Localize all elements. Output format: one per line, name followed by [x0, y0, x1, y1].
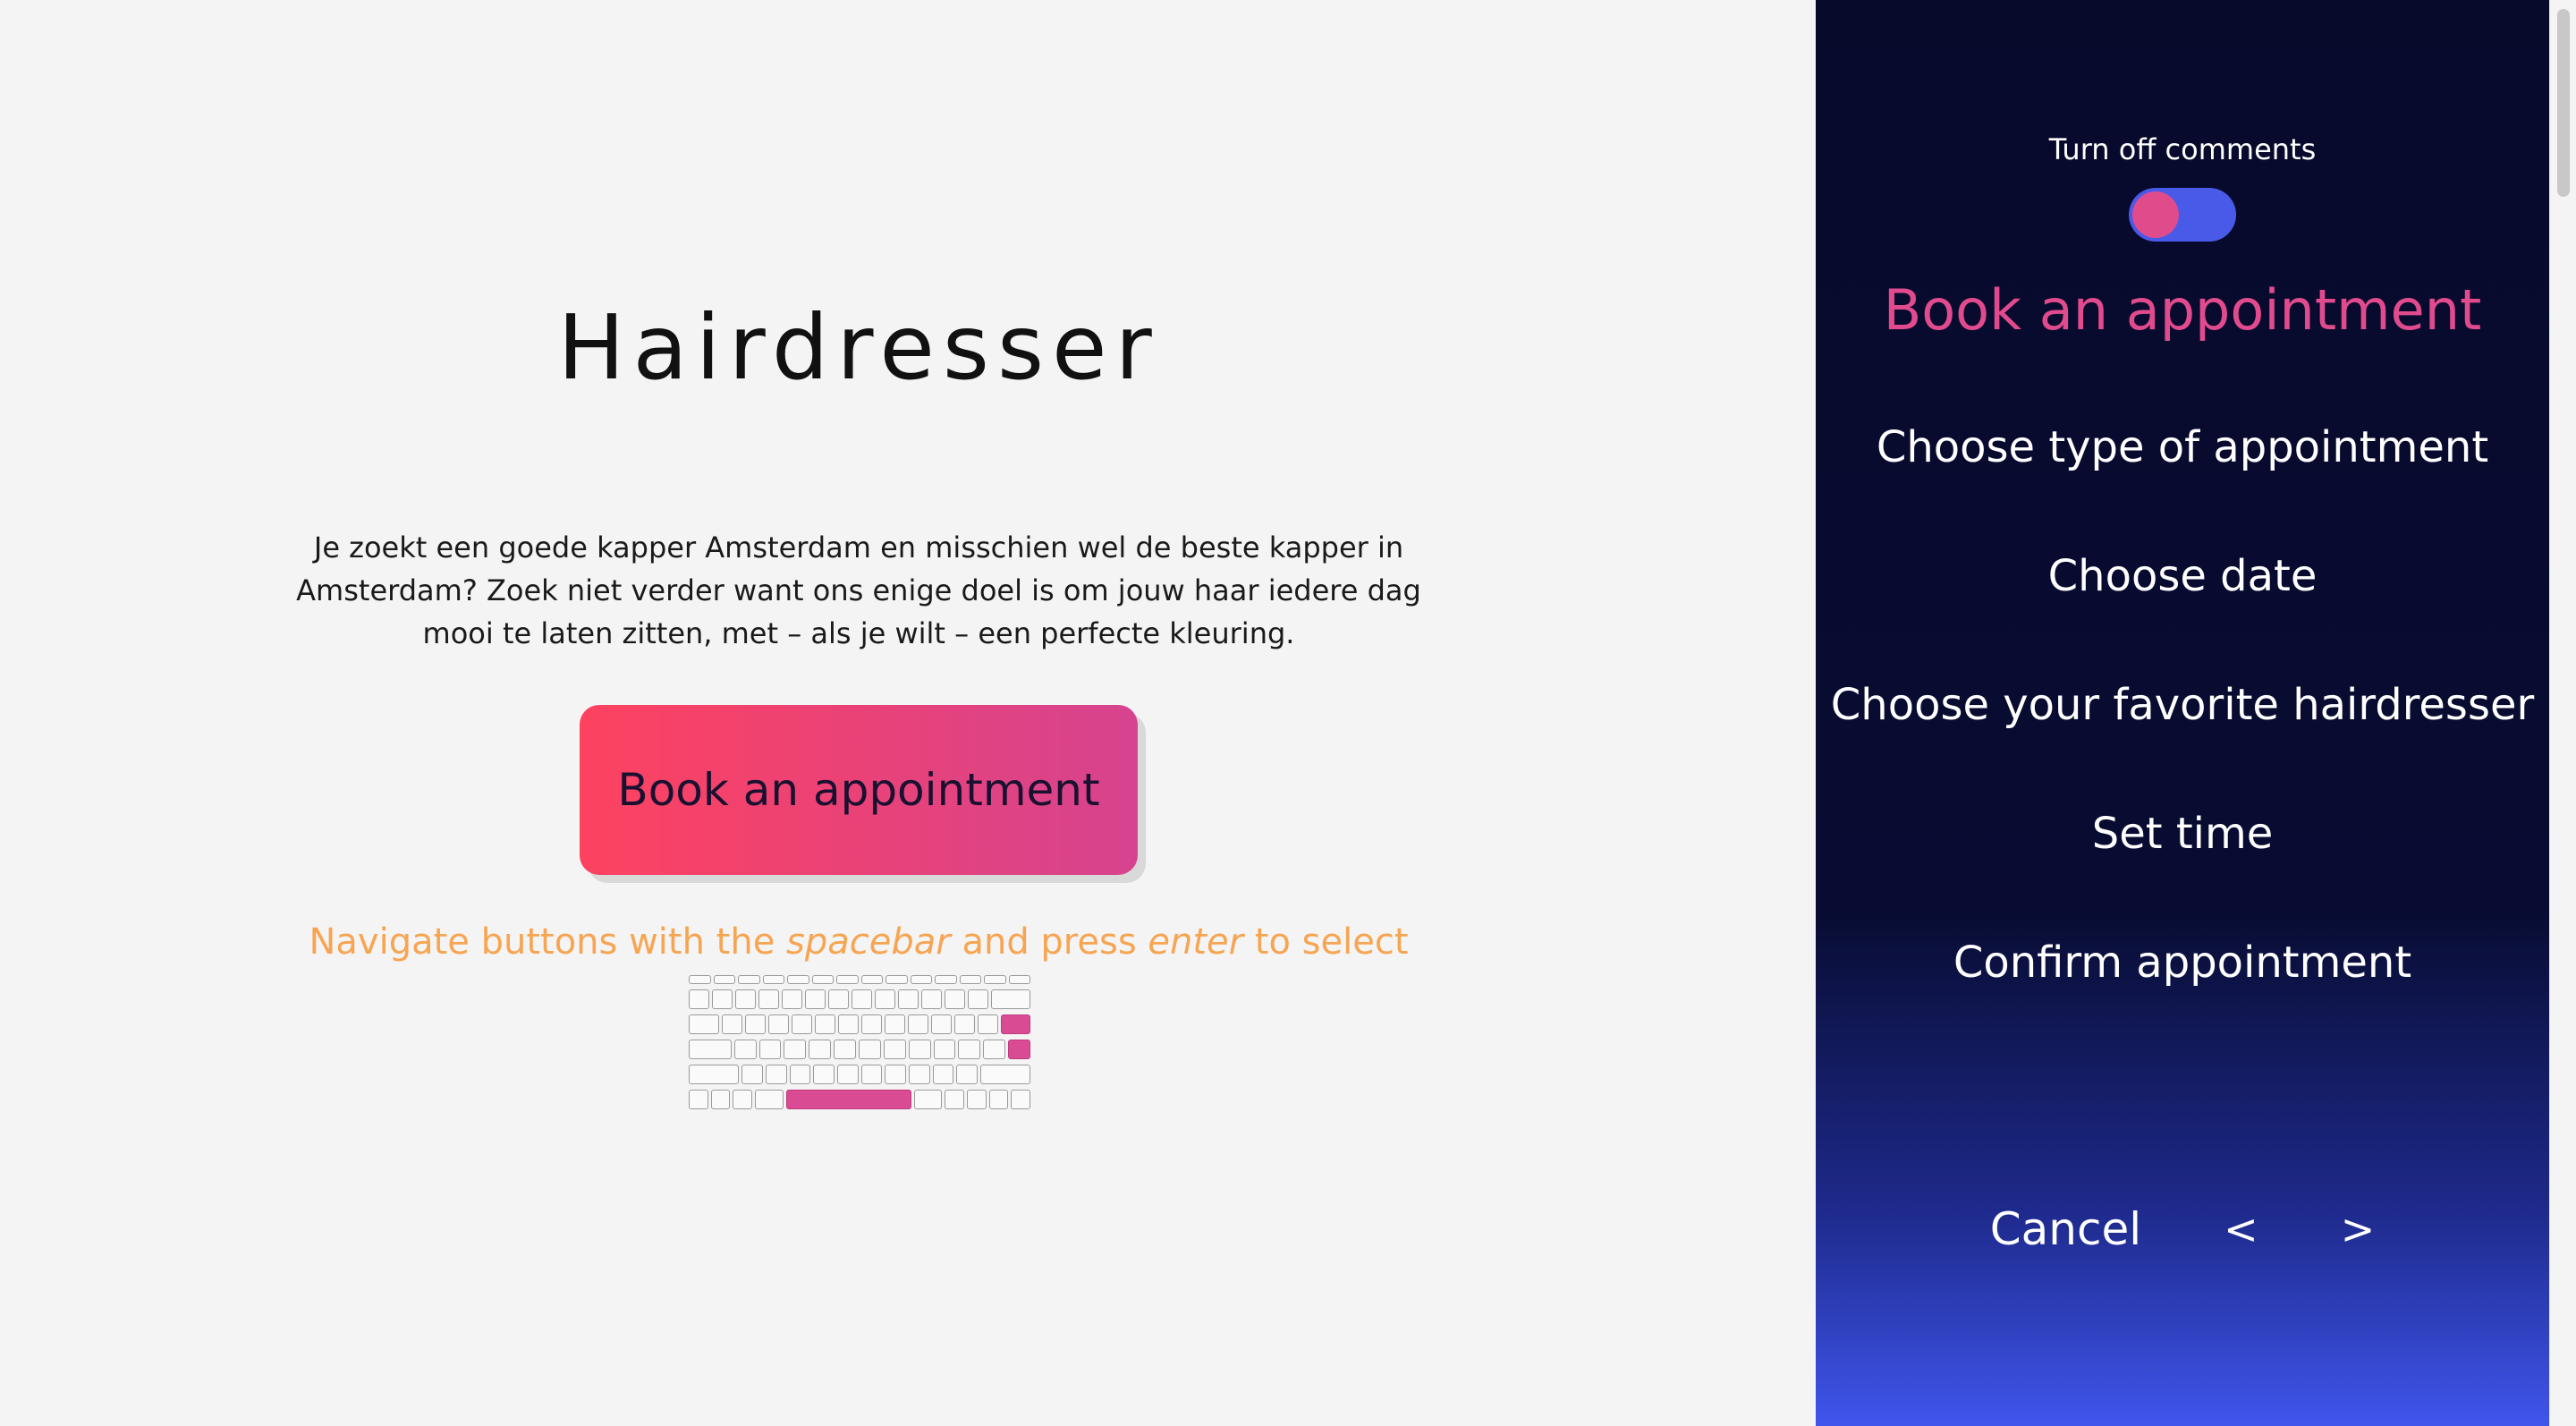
keyboard-row	[689, 975, 1030, 984]
hint-text-2: and press	[950, 921, 1148, 963]
step-choose-type[interactable]: Choose type of appointment	[1816, 419, 2549, 547]
keyboard-icon	[689, 975, 1031, 1109]
intro-text: Je zoekt een goede kapper Amsterdam en m…	[296, 531, 1421, 650]
comments-toggle[interactable]	[2129, 188, 2236, 242]
keyboard-row	[689, 1065, 1031, 1084]
toggle-comments-label: Turn off comments	[2048, 132, 2317, 166]
next-button[interactable]: >	[2341, 1205, 2376, 1253]
book-appointment-button[interactable]: Book an appointment	[580, 705, 1138, 875]
sidebar-footer: Cancel < >	[1816, 1203, 2549, 1255]
keyboard-row	[689, 1090, 1030, 1109]
booking-sidebar: Turn off comments Book an appointment Ch…	[1816, 0, 2549, 1426]
step-set-time[interactable]: Set time	[1816, 805, 2549, 934]
main-panel: Hairdresser Je zoekt een goede kapper Am…	[0, 0, 1816, 1426]
spacebar-key-icon	[785, 1090, 911, 1109]
step-confirm-appointment[interactable]: Confirm appointment	[1816, 934, 2549, 1063]
cancel-button[interactable]: Cancel	[1990, 1203, 2141, 1255]
step-choose-hairdresser[interactable]: Choose your favorite hairdresser	[1816, 676, 2549, 805]
hint-text-3: to select	[1243, 921, 1409, 963]
booking-steps-list: Choose type of appointment Choose date C…	[1816, 419, 2549, 1063]
step-choose-date[interactable]: Choose date	[1816, 547, 2549, 676]
scrollbar-thumb[interactable]	[2557, 9, 2570, 197]
keyboard-row	[689, 989, 1030, 1009]
hint-text-1: Navigate buttons with the	[309, 921, 787, 963]
sidebar-heading: Book an appointment	[1883, 277, 2482, 343]
hint-key-enter: enter	[1148, 921, 1244, 963]
previous-button[interactable]: <	[2224, 1205, 2258, 1253]
page-title: Hairdresser	[557, 295, 1160, 400]
enter-key-icon	[1000, 1014, 1030, 1034]
navigation-hint: Navigate buttons with the spacebar and p…	[0, 921, 1717, 963]
scrollbar[interactable]	[2549, 0, 2576, 1426]
keyboard-row	[689, 1014, 1030, 1034]
toggle-knob	[2132, 191, 2179, 238]
keyboard-row	[689, 1040, 1031, 1059]
hint-key-spacebar: spacebar	[786, 921, 951, 963]
